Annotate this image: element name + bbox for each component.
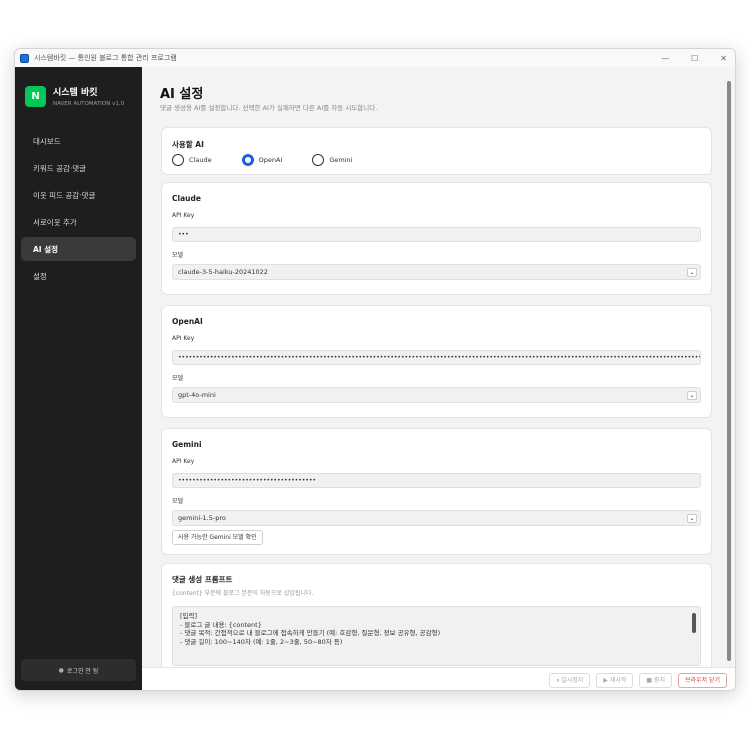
check-gemini-models-button[interactable]: 사용 가능한 Gemini 모델 확인 [172,530,263,545]
footer-bar: ⏸ 일시정지 ▶ 재시작 ■ 중지 브라우저 닫기 [142,667,735,690]
stop-button[interactable]: ■ 중지 [639,673,672,688]
provider-title: 사용할 AI [172,140,204,149]
brand: N 시스템 바킷 NAVER AUTOMATION v1.0 [25,85,124,107]
brand-subtitle: NAVER AUTOMATION v1.0 [53,101,125,107]
chevron-down-icon: ⌄ [687,268,697,277]
close-icon[interactable]: ✕ [720,54,727,63]
claude-api-key-label: API Key [172,212,195,219]
prompt-hint: {content} 부분에 블로그 본문이 자동으로 삽입됩니다. [172,590,314,597]
title-bar: 시스템바킷 — 통인원 블로그 통합 관리 프로그램 — ☐ ✕ [15,49,735,67]
radio-gemini-label: Gemini [329,156,353,164]
page-description: 댓글 생성용 AI를 설정합니다. 선택한 AI가 실패하면 다른 AI를 자동… [160,104,378,112]
app-icon [20,53,29,63]
gemini-title: Gemini [172,440,202,449]
close-browser-button[interactable]: 브라우저 닫기 [677,673,727,688]
openai-model-value: gpt-4o-mini [178,391,216,399]
prompt-title: 댓글 생성 프롬프트 [172,575,233,584]
sidebar-item-keyword-comments[interactable]: 키워드 공감·댓글 [21,156,136,180]
openai-model-select[interactable]: gpt-4o-mini ⌄ [172,387,701,403]
radio-openai-label: OpenAI [258,156,283,164]
claude-model-label: 모델 [172,252,184,259]
claude-api-key-input[interactable]: ••• [172,227,701,242]
radio-circle-icon [172,154,184,166]
claude-card: Claude API Key ••• 모델 claude-3-5-haiku-2… [161,182,712,295]
radio-circle-icon [312,154,325,166]
radio-gemini[interactable]: Gemini [312,154,352,166]
window-controls: — ☐ ✕ [661,49,727,67]
radio-claude-label: Claude [189,156,212,164]
maximize-icon[interactable]: ☐ [691,54,698,63]
brand-logo: N [25,85,46,107]
minimize-icon[interactable]: — [661,54,669,63]
prompt-line: - 댓글 길이: 100~140자 (예: 1줄, 2~3줄, 50~80자 등… [180,637,343,646]
textarea-scrollbar[interactable] [692,613,696,633]
sidebar-nav: 대시보드 키워드 공감·댓글 이웃 피드 공감·댓글 서로이웃 추가 AI 설정… [21,129,136,291]
sidebar-item-dashboard[interactable]: 대시보드 [21,129,136,153]
brand-text: 시스템 바킷 NAVER AUTOMATION v1.0 [53,85,124,107]
sidebar-item-neighbor-feed[interactable]: 이웃 피드 공감·댓글 [21,183,136,207]
openai-api-key-input[interactable]: ••••••••••••••••••••••••••••••••••••••••… [172,350,701,365]
sidebar-item-add-neighbor[interactable]: 서로이웃 추가 [21,210,136,234]
gemini-model-label: 모델 [172,498,184,505]
brand-name: 시스템 바킷 [53,88,98,98]
prompt-line: [입력] [180,612,198,620]
claude-model-select[interactable]: claude-3-5-haiku-20241022 ⌄ [172,264,701,280]
radio-openai[interactable]: OpenAI [241,154,283,166]
gemini-api-key-input[interactable]: ••••••••••••••••••••••••••••••••••••••• [172,473,701,488]
gemini-model-value: gemini-1.5-pro [178,514,226,522]
openai-card: OpenAI API Key •••••••••••••••••••••••••… [161,305,712,418]
main-scrollbar[interactable] [727,81,731,661]
window-title: 시스템바킷 — 통인원 블로그 통합 관리 프로그램 [34,54,177,62]
provider-radio-group: Claude OpenAI Gemini [172,154,352,166]
openai-title: OpenAI [172,317,203,326]
pause-button[interactable]: ⏸ 일시정지 [549,673,591,688]
main-content: AI 설정 댓글 생성용 AI를 설정합니다. 선택한 AI가 실패하면 다른 … [142,67,735,667]
login-status-label: 로그인 안 됨 [66,667,99,675]
resume-button[interactable]: ▶ 재시작 [596,673,634,688]
chevron-down-icon: ⌄ [687,391,697,400]
sidebar: N 시스템 바킷 NAVER AUTOMATION v1.0 대시보드 키워드 … [15,67,142,690]
footer-buttons: ⏸ 일시정지 ▶ 재시작 ■ 중지 브라우저 닫기 [549,673,727,688]
prompt-textarea[interactable]: [입력] - 블로그 글 내용: {content} - 댓글 목적: 간접적으… [172,606,701,666]
gemini-api-key-label: API Key [172,458,195,465]
radio-circle-checked-icon [241,154,254,166]
openai-model-label: 모델 [172,375,184,382]
status-dot-icon: ● [58,666,64,674]
chevron-down-icon: ⌄ [687,514,697,523]
claude-title: Claude [172,194,201,203]
prompt-line: - 댓글 목적: 간접적으로 내 블로그에 접속하게 만들기 (예: 호감형, … [180,629,441,637]
provider-card: 사용할 AI Claude OpenAI Gemini [161,127,712,175]
page-title: AI 설정 [160,87,204,102]
sidebar-item-settings[interactable]: 설정 [21,264,136,288]
gemini-card: Gemini API Key •••••••••••••••••••••••••… [161,428,712,555]
radio-claude[interactable]: Claude [172,154,212,166]
gemini-model-select[interactable]: gemini-1.5-pro ⌄ [172,510,701,526]
prompt-line: - 블로그 글 내용: {content} [180,620,262,629]
claude-model-value: claude-3-5-haiku-20241022 [178,268,268,276]
prompt-card: 댓글 생성 프롬프트 {content} 부분에 블로그 본문이 자동으로 삽입… [161,563,712,667]
sidebar-item-ai-settings[interactable]: AI 설정 [21,237,136,261]
app-window: 시스템바킷 — 통인원 블로그 통합 관리 프로그램 — ☐ ✕ N 시스템 바… [14,48,736,691]
openai-api-key-label: API Key [172,335,195,342]
login-status[interactable]: ● 로그인 안 됨 [21,659,136,681]
